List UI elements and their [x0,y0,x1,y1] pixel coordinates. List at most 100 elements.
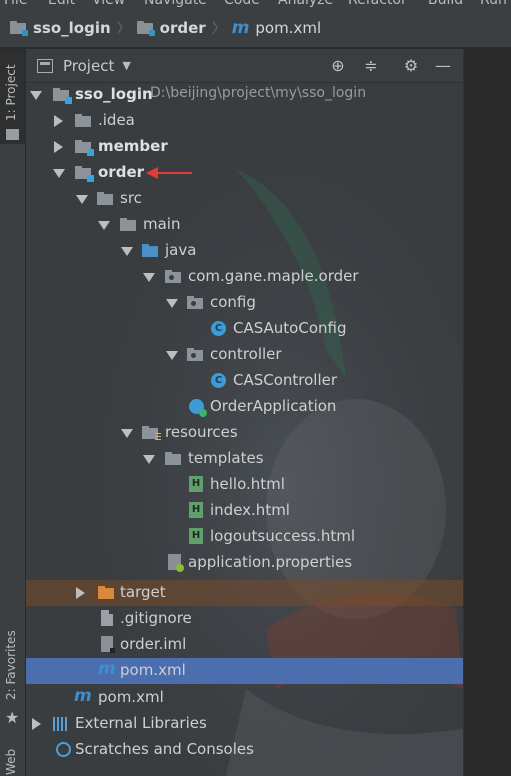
tree-label: External Libraries [75,714,207,732]
breadcrumb: sso_login 〉 order 〉 m pom.xml [0,8,511,48]
expand-arrow-icon[interactable] [76,195,88,204]
tree-node-controller[interactable]: controller [26,342,463,368]
tree-label: CASController [233,371,338,389]
breadcrumb-item-pom[interactable]: m pom.xml [232,8,321,48]
tree-node-scratches[interactable]: Scratches and Consoles [26,737,463,763]
tab-web[interactable]: Web [0,739,25,776]
html-file-icon: H [189,476,203,492]
tree-node-hello-html[interactable]: H hello.html [26,472,463,498]
tree-node-order-iml[interactable]: order.iml [26,632,463,658]
tree-node-order[interactable]: order [26,160,463,186]
expand-arrow-icon[interactable] [143,273,155,282]
tree-label: sso_login [75,85,153,103]
breadcrumb-item-order[interactable]: order [136,8,206,48]
tree-node-config[interactable]: config [26,290,463,316]
tree-node-src[interactable]: src [26,186,463,212]
expand-arrow-icon[interactable] [166,299,178,308]
tree-node-casautoconfig[interactable]: C CASAutoConfig [26,316,463,342]
expand-arrow-icon[interactable] [98,221,110,230]
maven-icon: m [231,17,250,38]
module-folder-icon [75,166,94,182]
tab-project-label: 1: Project [4,64,18,121]
menu-refactor[interactable]: Refactor [348,0,407,8]
editor-gutter [463,49,511,776]
expand-arrow-icon[interactable] [143,455,155,464]
tree-label: main [143,215,181,233]
expand-arrow-icon[interactable] [53,169,65,178]
module-folder-icon [53,88,72,104]
collapse-icon[interactable]: ≑ [362,57,380,75]
maven-icon: m [98,659,116,679]
tree-label: application.properties [188,553,353,571]
collapse-arrow-icon[interactable] [54,115,63,127]
tree-node-idea[interactable]: .idea [26,108,463,134]
collapse-arrow-icon[interactable] [32,718,41,730]
tree-node-main[interactable]: main [26,212,463,238]
package-icon [165,270,181,283]
minimize-icon[interactable]: — [434,57,452,75]
source-folder-icon [142,244,158,257]
chevron-down-icon[interactable]: ▼ [122,59,130,72]
tree-node-java[interactable]: java [26,238,463,264]
menu-run[interactable]: Run [480,0,507,8]
tree-node-application-properties[interactable]: application.properties [26,550,463,576]
tree-label: java [165,241,197,259]
tree-label: resources [165,423,238,441]
tree-node-sso-login[interactable]: sso_login D:\beijing\project\my\sso_logi… [26,82,463,108]
tree-path: D:\beijing\project\my\sso_login [150,85,367,101]
expand-arrow-icon[interactable] [121,429,133,438]
gear-icon[interactable]: ⚙ [402,57,420,75]
resources-folder-icon [142,426,161,441]
tree-label: hello.html [210,475,285,493]
tab-web-label: Web [4,748,18,775]
html-file-icon: H [189,528,203,544]
tree-node-cascontroller[interactable]: C CASController [26,368,463,394]
class-icon: C [211,373,226,388]
tree-node-orderapplication[interactable]: OrderApplication [26,394,463,420]
tab-favorites[interactable]: 2: Favorites ★ [0,624,25,734]
breadcrumb-separator-icon: 〉 [116,20,131,37]
tree-node-package-order[interactable]: com.gane.maple.order [26,264,463,290]
expand-arrow-icon[interactable] [121,247,133,256]
scratches-icon [56,742,71,757]
panel-title[interactable]: Project [63,57,114,75]
tree-node-order-pom[interactable]: m pom.xml [26,658,463,684]
tree-label: templates [188,449,264,467]
menu-build[interactable]: Build [428,0,463,8]
tree-node-resources[interactable]: resources [26,420,463,446]
tree-label: src [120,189,142,207]
tree-label: member [98,137,168,155]
tree-node-gitignore[interactable]: .gitignore [26,606,463,632]
breadcrumb-label: sso_login [33,18,111,37]
tree-node-member[interactable]: member [26,134,463,160]
collapse-arrow-icon[interactable] [54,141,63,153]
tree-label: controller [210,345,282,363]
tree-node-templates[interactable]: templates [26,446,463,472]
class-icon: C [211,321,226,336]
folder-icon [75,114,91,127]
maven-icon: m [74,686,92,706]
breadcrumb-label: order [159,18,206,37]
breadcrumb-item-sso-login[interactable]: sso_login [10,8,111,48]
project-panel: Project ▼ ⊕ ≑ ⚙ — sso_login D:\beijing\p… [26,49,463,776]
folder-icon [120,218,136,231]
tree-node-index-html[interactable]: H index.html [26,498,463,524]
locate-icon[interactable]: ⊕ [329,57,347,75]
module-folder-icon [10,21,28,36]
expand-arrow-icon[interactable] [30,91,42,100]
tab-favorites-label: 2: Favorites [4,630,18,700]
tree-node-external-libraries[interactable]: External Libraries [26,711,463,737]
tree-label: Scratches and Consoles [75,740,254,758]
tab-project[interactable]: 1: Project [0,49,25,144]
tree-label: .idea [98,111,135,129]
star-icon: ★ [5,708,20,727]
tree-node-root-pom[interactable]: m pom.xml [26,685,463,711]
tree-node-target[interactable]: target [26,580,463,606]
collapse-arrow-icon[interactable] [76,587,85,599]
libraries-icon [53,717,69,731]
breadcrumb-separator-icon: 〉 [211,20,226,37]
expand-arrow-icon[interactable] [166,351,178,360]
folder-icon [165,452,181,465]
annotation-arrow-icon [146,167,192,179]
tree-node-logoutsuccess-html[interactable]: H logoutsuccess.html [26,524,463,550]
